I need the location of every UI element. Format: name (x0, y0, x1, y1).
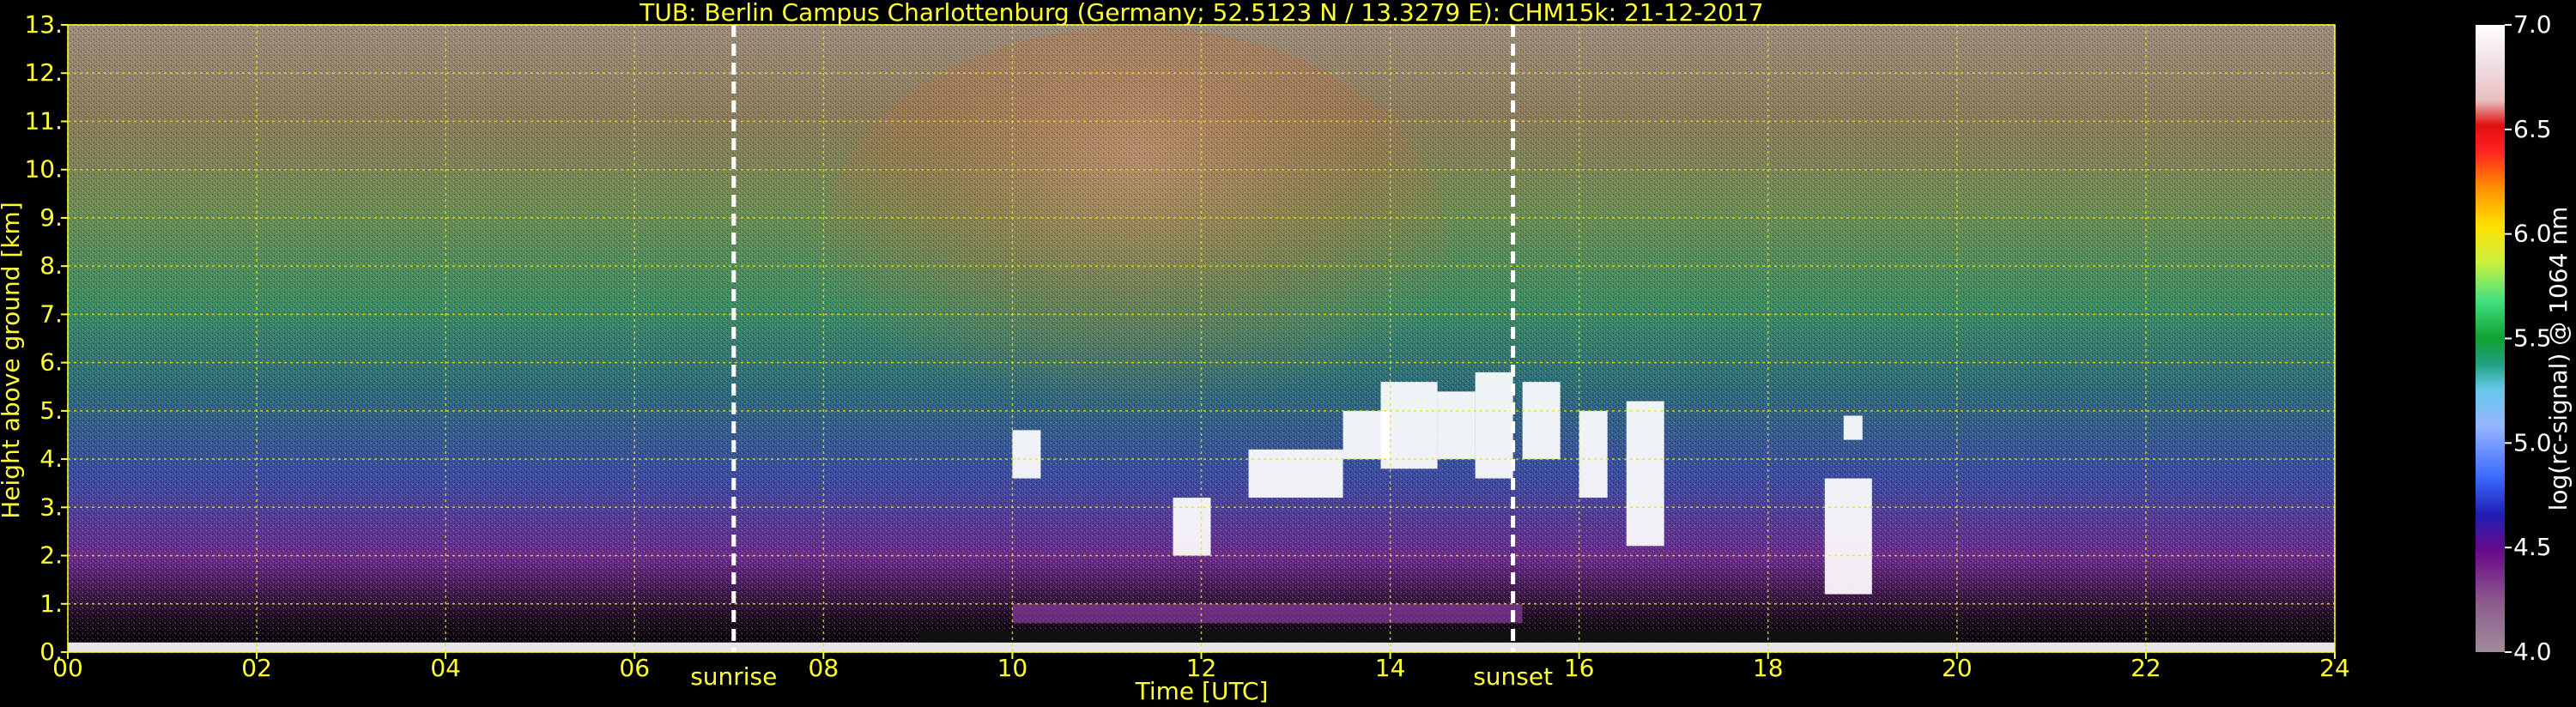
colorbar-tick-label: 4.0 (2513, 638, 2552, 666)
x-tick-label: 14 (1375, 654, 1406, 682)
x-tick-label: 24 (2319, 654, 2350, 682)
y-tick-label: 2. (39, 541, 63, 570)
annotation-label: sunrise (690, 662, 777, 691)
annotation-label: sunset (1473, 662, 1553, 691)
x-tick-label: 22 (2131, 654, 2161, 682)
y-tick-label: 1. (39, 589, 63, 618)
x-axis-label: Time [UTC] (1135, 677, 1269, 705)
cloud-layer (1843, 415, 1863, 440)
colorbar-tick-label: 6.5 (2513, 115, 2552, 143)
y-tick-label: 4. (39, 444, 63, 473)
x-tick-label: 18 (1753, 654, 1784, 682)
colorbar-tick-label: 7.0 (2513, 10, 2552, 39)
colorbar-tick-label: 4.5 (2513, 533, 2552, 561)
aerosol-layer (1012, 603, 1523, 624)
colorbar: 4.04.55.05.56.06.57.0 (2476, 10, 2552, 666)
y-tick-label: 6. (39, 348, 63, 377)
y-tick-label: 5. (39, 396, 63, 425)
cloud-layer (1173, 498, 1211, 556)
chart-title: TUB: Berlin Campus Charlottenburg (Germa… (639, 0, 1763, 27)
lidar-quicklook-chart: sunrise sunset 0.1.2.3.4.5.6.7.8.9.10.11.… (0, 0, 2573, 705)
cloud-layer (1579, 410, 1608, 499)
y-tick-label: 7. (39, 299, 63, 328)
cloud-layer (1437, 391, 1476, 460)
boundary-gap (918, 630, 1957, 643)
cloud-layer (1475, 372, 1513, 479)
y-tick-label: 8. (39, 251, 63, 280)
x-tick-label: 02 (241, 654, 272, 682)
cloud-layer (1012, 430, 1041, 479)
cloud-layer (1824, 478, 1872, 595)
x-tick-label: 04 (430, 654, 461, 682)
colorbar-scale (2476, 25, 2505, 652)
y-tick-label: 11. (24, 106, 63, 135)
x-tick-label: 10 (997, 654, 1028, 682)
x-tick-label: 16 (1564, 654, 1595, 682)
x-tick-label: 00 (52, 654, 83, 682)
y-tick-label: 3. (39, 492, 63, 521)
colorbar-label: log(rc-signal) @ 1064 nm (2544, 207, 2573, 511)
cloud-layer (1248, 449, 1343, 499)
y-tick-label: 10. (24, 155, 63, 184)
x-tick-label: 08 (809, 654, 839, 682)
x-tick-label: 06 (619, 654, 650, 682)
cloud-layer (1380, 382, 1438, 469)
y-axis: 0.1.2.3.4.5.6.7.8.9.10.11.12.13. (24, 10, 68, 666)
y-axis-label: Height above ground [km] (0, 202, 25, 519)
cloud-layer (1626, 401, 1664, 547)
y-tick-label: 12. (24, 58, 63, 87)
cloud-layer (1522, 382, 1561, 460)
x-tick-label: 20 (1942, 654, 1973, 682)
y-tick-label: 13. (24, 10, 63, 39)
y-tick-label: 9. (39, 203, 63, 232)
